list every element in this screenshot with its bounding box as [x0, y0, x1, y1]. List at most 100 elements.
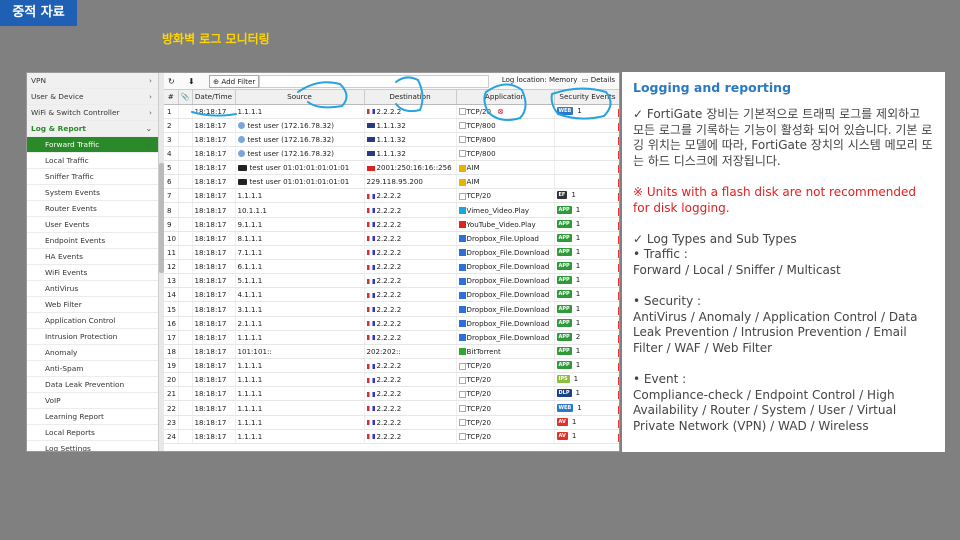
application-icon [458, 178, 466, 186]
sidebar-item[interactable]: Sniffer Traffic [27, 169, 158, 185]
severity-marker [617, 207, 619, 216]
chevron-icon[interactable]: › [149, 73, 152, 88]
application-cell: Dropbox_File.Download [456, 259, 555, 275]
chevron-icon[interactable]: › [149, 105, 152, 120]
chevron-icon[interactable]: ⌄ [146, 121, 152, 136]
table-row[interactable]: 17 18:18:17 1.1.1.1 2.2.2.2 Dropbox_File.Dow… [164, 330, 619, 345]
sidebar-item[interactable]: VPN › [27, 73, 158, 89]
date-time-cell-text: 18:18:17 [194, 290, 227, 300]
refresh-icon[interactable]: ↻ [168, 76, 175, 88]
filter-input[interactable] [259, 75, 489, 88]
security-badge: APP [556, 346, 572, 355]
application-text: TCP/800 [466, 148, 496, 158]
table-row[interactable]: 14 18:18:17 4.1.1.1 2.2.2.2 Dropbox_File.Dow… [164, 287, 619, 303]
sidebar-item[interactable]: Application Control [27, 313, 158, 329]
severity-marker [617, 235, 619, 244]
close-icon[interactable]: ⊗ [497, 107, 504, 116]
application-icon [458, 207, 466, 215]
column-header[interactable]: Security Events [554, 90, 619, 105]
table-row[interactable]: 2 18:18:17 test user (172.16.78.32) 1.1.1.3… [164, 118, 619, 133]
date-time-cell: 18:18:17 [192, 301, 236, 317]
source-cell: 1.1.1.1 [235, 104, 365, 119]
severity-marker [617, 150, 619, 159]
sidebar-item[interactable]: Forward Traffic ☆ [27, 137, 158, 153]
column-header[interactable]: Date/Time [192, 90, 236, 105]
table-row[interactable]: 1 18:18:17 1.1.1.1 2.2.2.2 TCP/20 ⊗ WEB 1 [164, 104, 619, 119]
add-filter-button[interactable]: ⊕ Add Filter [209, 75, 260, 88]
sidebar-item[interactable]: Log & Report ⌄ [27, 121, 158, 137]
download-icon[interactable]: ⬇ [188, 76, 195, 88]
application-text: TCP/20 [466, 389, 492, 399]
column-header[interactable]: Source [235, 90, 365, 105]
severity-marker [617, 136, 619, 145]
sidebar-item-label: Router Events [45, 204, 97, 213]
table-row[interactable]: 9 18:18:17 9.1.1.1 2.2.2.2 YouTube_Video.Pla… [164, 217, 619, 232]
table-row[interactable]: 16 18:18:17 2.1.1.1 2.2.2.2 Dropbox_File.Dow… [164, 316, 619, 331]
chevron-icon[interactable]: › [149, 89, 152, 104]
sidebar-item[interactable]: Log Settings [27, 441, 158, 451]
table-row[interactable]: 15 18:18:17 3.1.1.1 2.2.2.2 Dropbox_File.Dow… [164, 301, 619, 317]
row-number-text: 23 [167, 417, 177, 427]
sidebar-item[interactable]: Data Leak Prevention [27, 377, 158, 393]
sidebar-item[interactable]: Local Reports [27, 425, 158, 441]
column-header[interactable]: # [164, 90, 179, 105]
source-cell: test user (172.16.78.32) [235, 146, 365, 162]
severity-marker [617, 264, 619, 273]
sidebar-item[interactable]: Intrusion Protection [27, 329, 158, 345]
table-row[interactable]: 18 18:18:17 101:101:: 202:202:: BitTorrent AP… [164, 344, 619, 360]
table-row[interactable]: 11 18:18:17 7.1.1.1 2.2.2.2 Dropbox_File.Dow… [164, 245, 619, 261]
event-list: Compliance-check / Endpoint Control / Hi… [633, 387, 897, 433]
sidebar-item[interactable]: System Events [27, 185, 158, 201]
sidebar-item[interactable]: WiFi & Switch Controller › [27, 105, 158, 121]
table-row[interactable]: 23 18:18:17 1.1.1.1 2.2.2.2 TCP/20 AV 1 [164, 415, 619, 430]
sidebar-item-label: Anomaly [45, 348, 78, 357]
table-row[interactable]: 8 18:18:17 10.1.1.1 2.2.2.2 Vimeo_Video.Play… [164, 202, 619, 218]
sidebar-item[interactable]: WiFi Events [27, 265, 158, 281]
sidebar-item[interactable]: VoIP [27, 393, 158, 409]
table-row[interactable]: 13 18:18:17 5.1.1.1 2.2.2.2 Dropbox_File.Dow… [164, 273, 619, 289]
sidebar-item[interactable]: HA Events [27, 249, 158, 265]
table-row[interactable]: 5 18:18:17 test user 01:01:01:01:01:01 2001… [164, 160, 619, 176]
table-row[interactable]: 10 18:18:17 8.1.1.1 2.2.2.2 Dropbox_File.Upl… [164, 231, 619, 246]
table-row[interactable]: 3 18:18:17 test user (172.16.78.32) 1.1.1.3… [164, 132, 619, 147]
sidebar-item[interactable]: Web Filter [27, 297, 158, 313]
column-header[interactable]: Destination [364, 90, 457, 105]
sidebar-item[interactable]: Router Events [27, 201, 158, 217]
security-events-cell: APP 1 [554, 202, 619, 218]
sidebar-item[interactable]: AntiVirus [27, 281, 158, 297]
sidebar-item[interactable]: Learning Report [27, 409, 158, 425]
sidebar-item[interactable]: User & Device › [27, 89, 158, 105]
destination-text: 2.2.2.2 [376, 191, 402, 201]
star-icon[interactable]: ☆ [145, 137, 152, 152]
column-header[interactable]: Application [456, 90, 555, 105]
sidebar-item[interactable]: Anti-Spam [27, 361, 158, 377]
table-row[interactable]: 21 18:18:17 1.1.1.1 2.2.2.2 TCP/20 DLP 1 [164, 386, 619, 402]
table-row[interactable]: 19 18:18:17 1.1.1.1 2.2.2.2 TCP/20 APP 1 [164, 358, 619, 374]
security-events-cell [554, 132, 619, 147]
table-row[interactable]: 7 18:18:17 1.1.1.1 2.2.2.2 TCP/20 EF 1 [164, 188, 619, 204]
sidebar-item[interactable]: Anomaly [27, 345, 158, 361]
application-icon [458, 221, 466, 229]
row-number-text: 9 [167, 219, 172, 229]
attachment-cell [178, 118, 193, 133]
row-number-text: 24 [167, 431, 177, 441]
details-button[interactable]: ▭ Details [582, 76, 615, 84]
row-number: 21 [164, 386, 179, 402]
security-badge: AV [556, 417, 568, 426]
date-time-cell: 18:18:17 [192, 344, 236, 360]
date-time-cell-text: 18:18:17 [194, 262, 227, 272]
destination-text: 2.2.2.2 [376, 290, 402, 300]
sidebar-item[interactable]: Local Traffic [27, 153, 158, 169]
sidebar-item[interactable]: User Events [27, 217, 158, 233]
table-row[interactable]: 12 18:18:17 6.1.1.1 2.2.2.2 Dropbox_File.Dow… [164, 259, 619, 275]
table-row[interactable]: 24 18:18:17 1.1.1.1 2.2.2.2 TCP/20 AV 1 [164, 429, 619, 444]
source-text: 9.1.1.1 [237, 219, 263, 229]
column-header[interactable]: 📎 [178, 90, 193, 105]
table-row[interactable]: 4 18:18:17 test user (172.16.78.32) 1.1.1.3… [164, 146, 619, 162]
sidebar-item[interactable]: Endpoint Events [27, 233, 158, 249]
table-row[interactable]: 20 18:18:17 1.1.1.1 2.2.2.2 TCP/20 IPS 1 [164, 372, 619, 388]
table-row[interactable]: 22 18:18:17 1.1.1.1 2.2.2.2 TCP/20 WEB 1 [164, 400, 619, 416]
application-cell: TCP/20 [456, 400, 555, 416]
table-row[interactable]: 6 18:18:17 test user 01:01:01:01:01:01 229.… [164, 174, 619, 190]
application-icon [458, 348, 466, 356]
